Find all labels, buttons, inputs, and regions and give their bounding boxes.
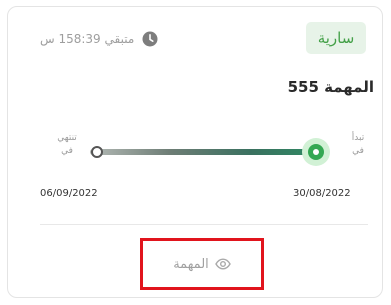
remaining-time: متبقي 158:39 س: [40, 30, 158, 48]
status-badge: سارية: [306, 22, 366, 54]
end-label-line2: في: [61, 146, 73, 156]
view-task-label: المهمة: [173, 256, 209, 272]
progress-track: [90, 149, 320, 155]
divider: [40, 224, 368, 225]
remaining-time-label: متبقي 158:39 س: [40, 32, 135, 46]
progress-fill: [90, 149, 320, 155]
end-marker: [91, 146, 103, 158]
start-label-line1: تبدأ: [351, 133, 365, 143]
clock-icon: [142, 31, 158, 47]
end-label-line1: تنتهي: [57, 133, 77, 143]
end-date: 06/09/2022: [40, 188, 98, 199]
task-title: المهمة 555: [287, 78, 374, 96]
eye-icon: [214, 256, 231, 272]
end-label: تنتهي في: [50, 132, 84, 158]
start-label: تبدأ في: [346, 132, 370, 158]
view-task-button[interactable]: المهمة: [140, 238, 264, 290]
start-date: 30/08/2022: [293, 188, 351, 199]
start-marker-center: [313, 149, 319, 155]
start-label-line2: في: [352, 146, 364, 156]
